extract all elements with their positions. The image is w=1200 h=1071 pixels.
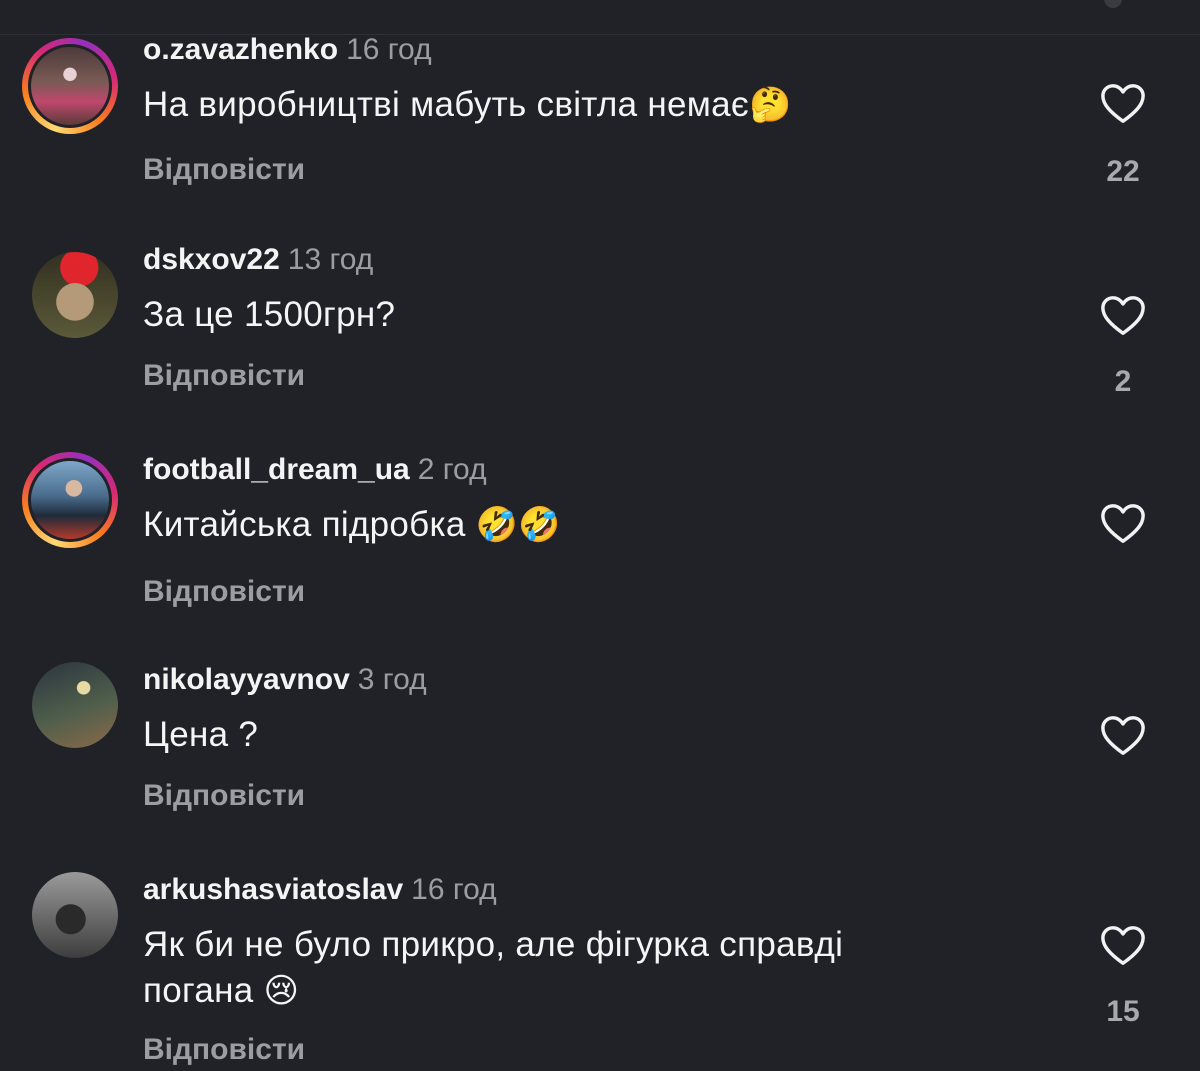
avatar-image xyxy=(28,458,112,542)
avatar[interactable] xyxy=(22,452,118,548)
comment-body: Китайська підробка xyxy=(143,505,466,544)
avatar-image xyxy=(32,872,118,958)
like-count[interactable]: 22 xyxy=(1080,154,1166,190)
comment-body: За це 1500грн? xyxy=(143,295,396,334)
comment-body: Як би не було прикро, але фігурка справд… xyxy=(143,925,844,1010)
timestamp: 3 год xyxy=(357,663,427,696)
comment-header: o.zavazhenko 16 год xyxy=(143,32,432,68)
comment-body: Цена ? xyxy=(143,715,259,754)
timestamp: 2 год xyxy=(417,453,487,486)
like-count[interactable]: 15 xyxy=(1080,994,1166,1030)
avatar[interactable] xyxy=(22,652,118,748)
avatar-image xyxy=(32,252,118,338)
timestamp: 16 год xyxy=(411,873,497,906)
username[interactable]: o.zavazhenko xyxy=(143,33,338,66)
avatar-image xyxy=(32,662,118,748)
username[interactable]: football_dream_ua xyxy=(143,453,410,486)
crying-face-emoji: 😢 xyxy=(263,971,300,1011)
like-count[interactable]: 2 xyxy=(1080,364,1166,400)
username[interactable]: arkushasviatoslav xyxy=(143,873,403,906)
reply-button[interactable]: Відповісти xyxy=(143,152,305,188)
comment-text: Китайська підробка 🤣🤣 xyxy=(143,502,1023,548)
comment-header: football_dream_ua 2 год xyxy=(143,452,487,488)
like-heart-icon[interactable] xyxy=(1100,82,1146,126)
comment-text: Як би не було прикро, але фігурка справд… xyxy=(143,922,963,1014)
like-heart-icon[interactable] xyxy=(1100,924,1146,968)
avatar-image xyxy=(28,44,112,128)
like-heart-icon[interactable] xyxy=(1100,714,1146,758)
like-heart-icon[interactable] xyxy=(1100,294,1146,338)
comment-header: arkushasviatoslav 16 год xyxy=(143,872,497,908)
username[interactable]: nikolayyavnov xyxy=(143,663,350,696)
comment-header: nikolayyavnov 3 год xyxy=(143,662,427,698)
more-options-icon[interactable] xyxy=(1104,0,1122,8)
avatar[interactable] xyxy=(22,862,118,958)
reply-button[interactable]: Відповісти xyxy=(143,358,305,394)
reply-button[interactable]: Відповісти xyxy=(143,574,305,610)
timestamp: 16 год xyxy=(346,33,432,66)
reply-button[interactable]: Відповісти xyxy=(143,1032,305,1068)
thinking-face-emoji: 🤔 xyxy=(749,85,792,125)
comment-text: Цена ? xyxy=(143,712,1023,758)
rolling-laughing-emoji: 🤣🤣 xyxy=(475,505,561,545)
comment-body: На виробництві мабуть світла немає xyxy=(143,85,750,124)
comment-text: На виробництві мабуть світла немає🤔 xyxy=(143,82,1023,128)
avatar[interactable] xyxy=(22,242,118,338)
username[interactable]: dskxov22 xyxy=(143,243,280,276)
comment-text: За це 1500грн? xyxy=(143,292,1023,338)
timestamp: 13 год xyxy=(287,243,374,276)
comment-header: dskxov22 13 год xyxy=(143,242,373,278)
like-heart-icon[interactable] xyxy=(1100,502,1146,546)
reply-button[interactable]: Відповісти xyxy=(143,778,305,814)
avatar[interactable] xyxy=(22,38,118,134)
